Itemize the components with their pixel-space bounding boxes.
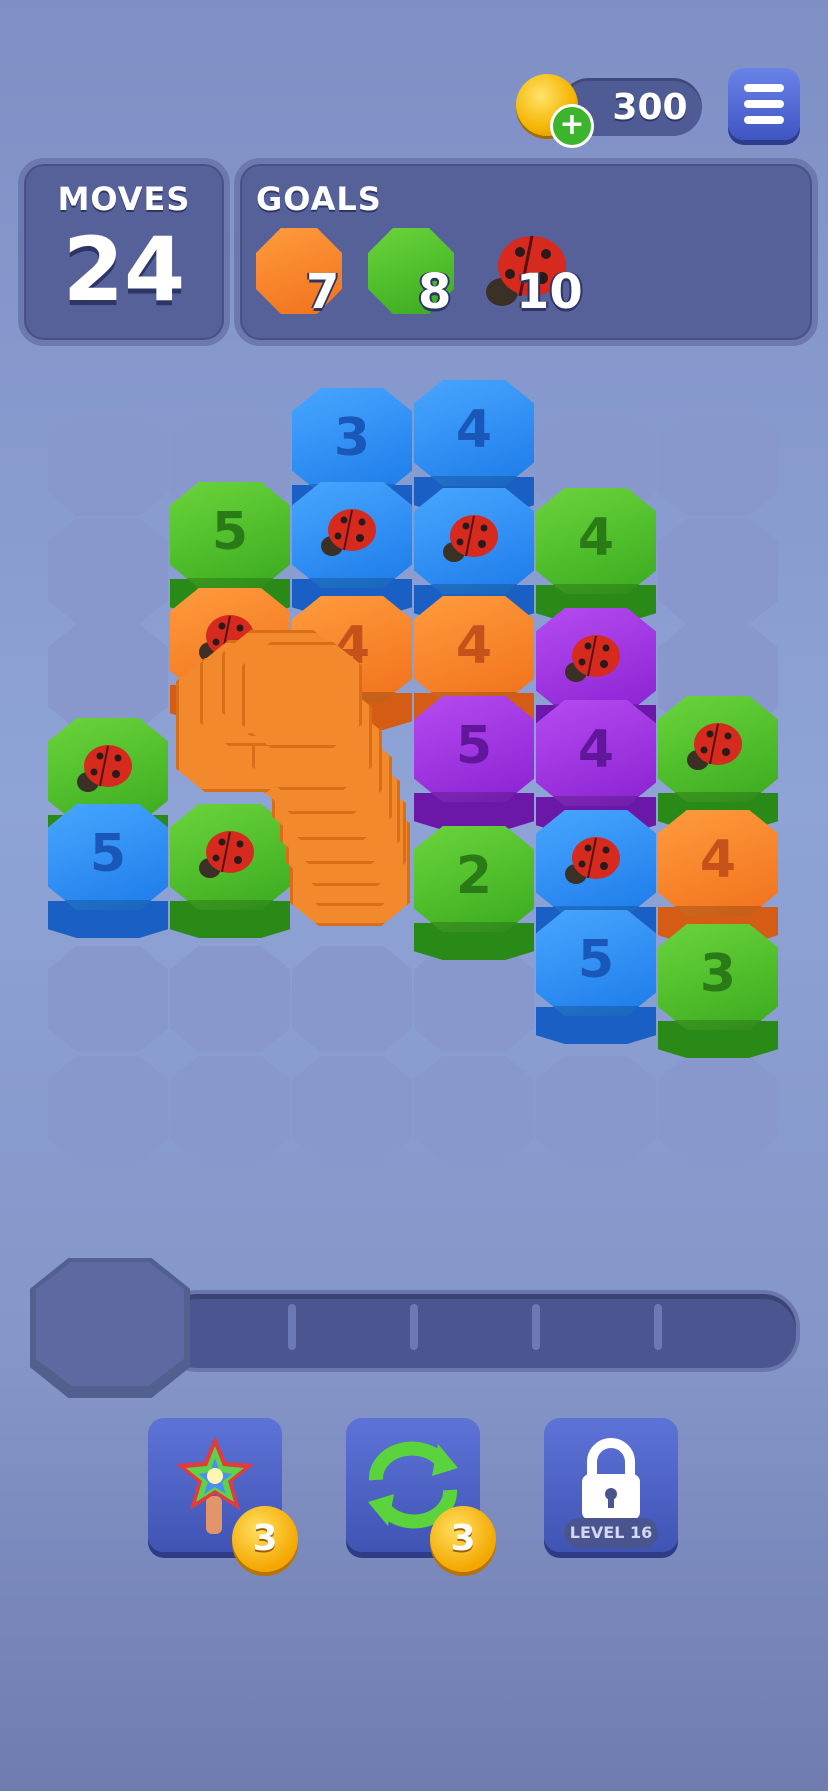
ladybug-icon [321, 509, 376, 556]
board-slot[interactable] [48, 946, 168, 1052]
board-slot[interactable] [658, 518, 778, 624]
board-slot[interactable] [414, 1056, 534, 1162]
board-slot[interactable] [170, 946, 290, 1052]
tile-count: 3 [333, 408, 371, 468]
moves-value: 24 [62, 218, 186, 321]
shuffle-count-badge: 3 [430, 1506, 496, 1572]
progress-track [160, 1290, 800, 1372]
tile-count: 3 [699, 944, 737, 1004]
hammer-count-badge: 3 [232, 1506, 298, 1572]
goals-label: GOALS [256, 180, 382, 218]
tile-count: 4 [455, 616, 493, 676]
progress-slot-face [36, 1262, 184, 1386]
moves-label: MOVES [57, 180, 191, 218]
tile-count: 4 [455, 400, 493, 460]
tile-count: 5 [455, 716, 493, 776]
tile-count: 5 [89, 824, 127, 884]
tile-count: 2 [455, 846, 493, 906]
goal-orange-count: 7 [306, 264, 340, 320]
tile-count: 5 [577, 930, 615, 990]
progress-tick [654, 1304, 662, 1350]
board-slot[interactable] [414, 946, 534, 1052]
ladybug-icon [77, 745, 132, 792]
board-slot[interactable] [48, 1056, 168, 1162]
board-slot[interactable] [170, 1056, 290, 1162]
board-slot[interactable] [658, 410, 778, 516]
board-slot[interactable] [48, 624, 168, 730]
tile-count: 4 [699, 830, 737, 890]
ladybug-icon [565, 635, 620, 682]
ladybug-icon [443, 515, 498, 562]
tile-count: 4 [577, 720, 615, 780]
progress-tick [288, 1304, 296, 1350]
progress-tick [410, 1304, 418, 1350]
stack-layer [242, 642, 362, 748]
ladybug-icon [565, 837, 620, 884]
tile-count: 5 [211, 502, 249, 562]
ladybug-icon [199, 831, 254, 878]
locked-level-label: LEVEL 16 [564, 1518, 658, 1548]
board-slot[interactable] [48, 410, 168, 516]
add-coins-icon[interactable]: + [550, 104, 594, 148]
board-slot[interactable] [536, 1056, 656, 1162]
progress-tick [532, 1304, 540, 1350]
board-slot[interactable] [48, 518, 168, 624]
coin-count: 300 [612, 87, 688, 128]
ladybug-icon [687, 723, 742, 770]
board-slot[interactable] [292, 946, 412, 1052]
menu-button[interactable] [728, 68, 800, 140]
tile-count: 4 [577, 508, 615, 568]
goal-green-count: 8 [418, 264, 452, 320]
board-slot[interactable] [292, 1056, 412, 1162]
goal-ladybug-count: 10 [516, 264, 583, 320]
hamburger-menu-icon [744, 84, 784, 92]
board-slot[interactable] [658, 1056, 778, 1162]
